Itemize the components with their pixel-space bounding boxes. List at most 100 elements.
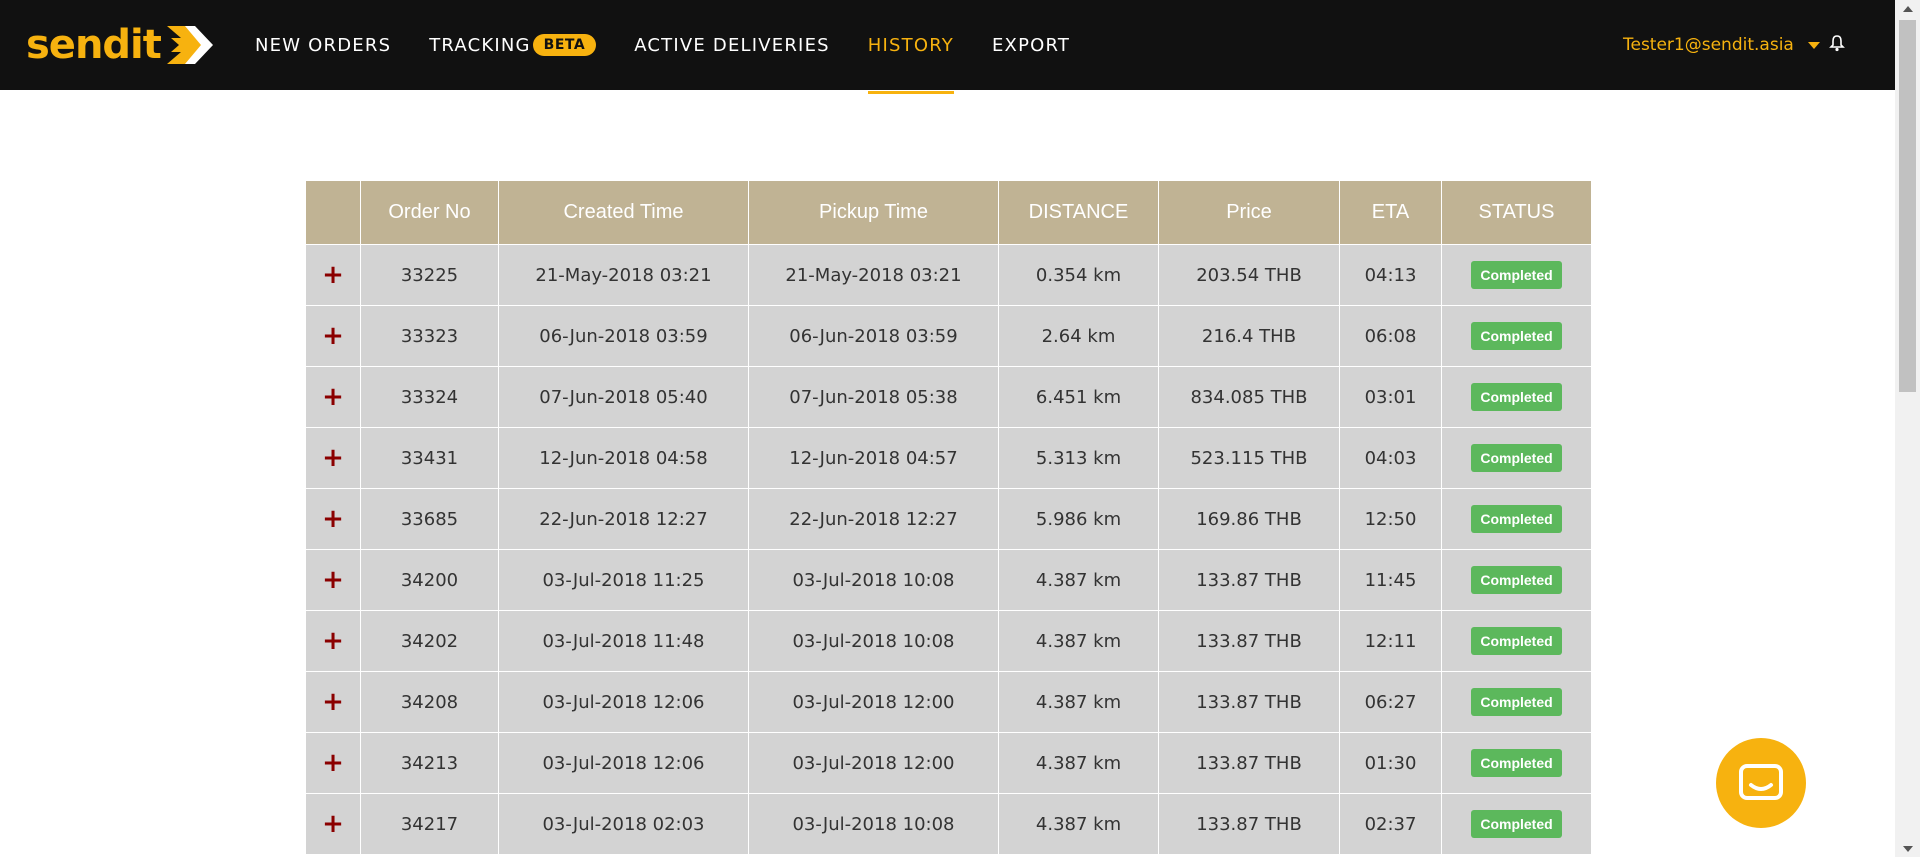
cell-eta: 06:08	[1339, 305, 1442, 367]
cell-eta: 11:45	[1339, 549, 1442, 611]
table-row: + 34202 03-Jul-2018 11:48 03-Jul-2018 10…	[305, 610, 1592, 672]
header-pickup-time: Pickup Time	[748, 180, 999, 245]
cell-created-time: 12-Jun-2018 04:58	[498, 427, 749, 489]
cell-created-time: 03-Jul-2018 02:03	[498, 793, 749, 855]
cell-created-time: 03-Jul-2018 11:48	[498, 610, 749, 672]
cell-order-no: 34202	[360, 610, 499, 672]
status-badge: Completed	[1471, 505, 1562, 533]
status-badge: Completed	[1471, 383, 1562, 411]
expand-row-icon[interactable]: +	[322, 809, 344, 839]
status-badge: Completed	[1471, 688, 1562, 716]
sendit-logo[interactable]: sendit	[26, 18, 217, 72]
cell-order-no: 33431	[360, 427, 499, 489]
beta-badge: BETA	[532, 34, 597, 56]
cell-price: 523.115 THB	[1158, 427, 1340, 489]
cell-created-time: 03-Jul-2018 12:06	[498, 732, 749, 794]
cell-eta: 12:50	[1339, 488, 1442, 550]
cell-pickup-time: 06-Jun-2018 03:59	[748, 305, 999, 367]
header-created-time: Created Time	[498, 180, 749, 245]
expand-row-icon[interactable]: +	[322, 687, 344, 717]
user-email: Tester1@sendit.asia	[1623, 35, 1794, 55]
nav-tracking[interactable]: TRACKING BETA	[429, 0, 597, 90]
expand-row-icon[interactable]: +	[322, 626, 344, 656]
header-expand	[305, 180, 361, 245]
cell-created-time: 21-May-2018 03:21	[498, 244, 749, 306]
expand-row-icon[interactable]: +	[322, 748, 344, 778]
logo-text: sendit	[26, 22, 162, 68]
cell-pickup-time: 22-Jun-2018 12:27	[748, 488, 999, 550]
order-history-table-container: Order No Created Time Pickup Time DISTAN…	[305, 180, 1592, 855]
status-badge: Completed	[1471, 749, 1562, 777]
user-menu[interactable]: Tester1@sendit.asia	[1623, 0, 1820, 90]
nav-new-orders[interactable]: NEW ORDERS	[255, 0, 391, 90]
expand-row-icon[interactable]: +	[322, 321, 344, 351]
expand-row-icon[interactable]: +	[322, 443, 344, 473]
expand-row-icon[interactable]: +	[322, 260, 344, 290]
status-badge: Completed	[1471, 810, 1562, 838]
cell-order-no: 33685	[360, 488, 499, 550]
top-navbar: sendit NEW ORDERS TRACKING BETA ACTIVE D…	[0, 0, 1895, 94]
status-badge: Completed	[1471, 322, 1562, 350]
cell-order-no: 34217	[360, 793, 499, 855]
cell-pickup-time: 07-Jun-2018 05:38	[748, 366, 999, 428]
nav-history[interactable]: HISTORY	[867, 0, 954, 94]
cell-distance: 4.387 km	[998, 549, 1159, 611]
cell-order-no: 34213	[360, 732, 499, 794]
cell-created-time: 03-Jul-2018 11:25	[498, 549, 749, 611]
caret-down-icon	[1807, 41, 1820, 49]
scrollbar-thumb[interactable]	[1899, 20, 1916, 392]
cell-price: 133.87 THB	[1158, 549, 1340, 611]
cell-distance: 5.313 km	[998, 427, 1159, 489]
cell-order-no: 33225	[360, 244, 499, 306]
vertical-scrollbar[interactable]	[1895, 0, 1920, 857]
cell-order-no: 33323	[360, 305, 499, 367]
cell-distance: 4.387 km	[998, 732, 1159, 794]
header-status: STATUS	[1441, 180, 1592, 245]
cell-distance: 0.354 km	[998, 244, 1159, 306]
cell-distance: 6.451 km	[998, 366, 1159, 428]
cell-eta: 02:37	[1339, 793, 1442, 855]
header-price: Price	[1158, 180, 1340, 245]
nav-active-deliveries[interactable]: ACTIVE DELIVERIES	[634, 0, 830, 90]
status-badge: Completed	[1471, 261, 1562, 289]
cell-distance: 2.64 km	[998, 305, 1159, 367]
table-row: + 33323 06-Jun-2018 03:59 06-Jun-2018 03…	[305, 305, 1592, 367]
cell-pickup-time: 03-Jul-2018 10:08	[748, 610, 999, 672]
table-row: + 33685 22-Jun-2018 12:27 22-Jun-2018 12…	[305, 488, 1592, 550]
cell-distance: 4.387 km	[998, 610, 1159, 672]
cell-pickup-time: 03-Jul-2018 12:00	[748, 671, 999, 733]
expand-row-icon[interactable]: +	[322, 382, 344, 412]
cell-distance: 5.986 km	[998, 488, 1159, 550]
scroll-down-icon[interactable]	[1895, 840, 1920, 857]
active-tab-underline	[867, 91, 954, 94]
logo-arrow-icon	[166, 26, 213, 64]
nav-export[interactable]: EXPORT	[992, 0, 1070, 90]
cell-eta: 06:27	[1339, 671, 1442, 733]
cell-eta: 12:11	[1339, 610, 1442, 672]
header-order-no: Order No	[360, 180, 499, 245]
table-row: + 34217 03-Jul-2018 02:03 03-Jul-2018 10…	[305, 793, 1592, 855]
cell-price: 133.87 THB	[1158, 610, 1340, 672]
cell-price: 133.87 THB	[1158, 671, 1340, 733]
bell-icon[interactable]	[1829, 34, 1845, 56]
cell-created-time: 06-Jun-2018 03:59	[498, 305, 749, 367]
table-row: + 33324 07-Jun-2018 05:40 07-Jun-2018 05…	[305, 366, 1592, 428]
table-row: + 34208 03-Jul-2018 12:06 03-Jul-2018 12…	[305, 671, 1592, 733]
scroll-up-icon[interactable]	[1895, 0, 1920, 17]
table-row: + 34213 03-Jul-2018 12:06 03-Jul-2018 12…	[305, 732, 1592, 794]
cell-order-no: 34200	[360, 549, 499, 611]
cell-created-time: 22-Jun-2018 12:27	[498, 488, 749, 550]
cell-eta: 01:30	[1339, 732, 1442, 794]
expand-row-icon[interactable]: +	[322, 565, 344, 595]
cell-eta: 04:03	[1339, 427, 1442, 489]
expand-row-icon[interactable]: +	[322, 504, 344, 534]
header-distance: DISTANCE	[998, 180, 1159, 245]
cell-pickup-time: 03-Jul-2018 10:08	[748, 549, 999, 611]
cell-pickup-time: 03-Jul-2018 12:00	[748, 732, 999, 794]
table-header-row: Order No Created Time Pickup Time DISTAN…	[305, 180, 1592, 245]
cell-price: 216.4 THB	[1158, 305, 1340, 367]
chat-icon[interactable]	[1716, 738, 1806, 828]
cell-order-no: 34208	[360, 671, 499, 733]
table-row: + 33431 12-Jun-2018 04:58 12-Jun-2018 04…	[305, 427, 1592, 489]
cell-price: 834.085 THB	[1158, 366, 1340, 428]
